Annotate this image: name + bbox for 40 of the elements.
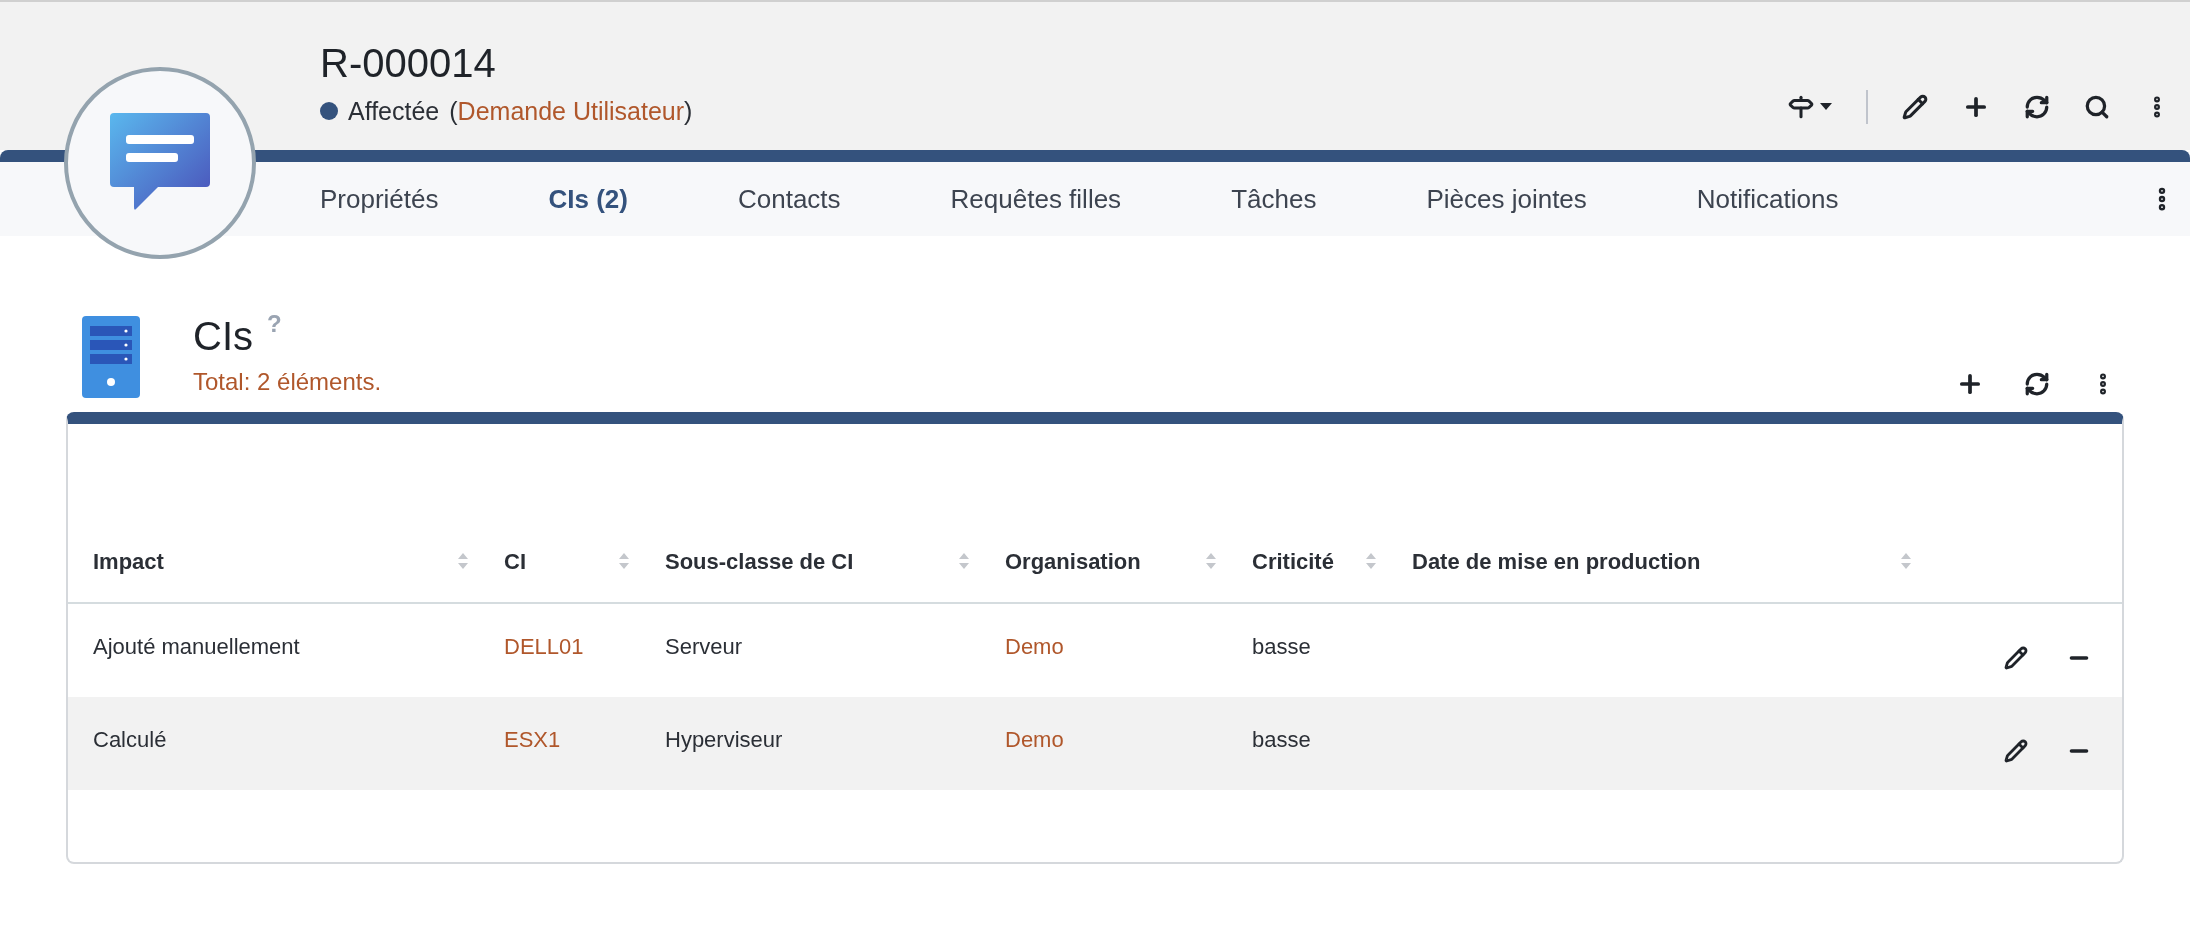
table-cell: Hyperviseur xyxy=(665,727,783,752)
tab[interactable]: Tâches xyxy=(1231,179,1317,219)
table-link[interactable]: DELL01 xyxy=(504,634,584,659)
tab[interactable]: Notifications xyxy=(1696,179,1839,219)
edit-icon[interactable] xyxy=(2004,645,2028,670)
table-cell: basse xyxy=(1252,727,1311,752)
column-header[interactable]: Date de mise en production xyxy=(1412,544,1701,578)
filter-dropdown[interactable] xyxy=(1788,94,1832,120)
column-header[interactable]: Impact xyxy=(93,544,164,578)
table-cell: Calculé xyxy=(93,727,167,752)
paren: ( xyxy=(449,95,458,127)
section-title: CIs xyxy=(193,313,253,360)
record-title: R-000014 xyxy=(320,39,497,87)
edit-icon[interactable] xyxy=(1902,94,1928,120)
request-type-link[interactable]: Demande Utilisateur xyxy=(457,92,685,130)
paren: ) xyxy=(684,95,693,127)
table-link[interactable]: Demo xyxy=(1005,634,1064,659)
tab[interactable]: Contacts xyxy=(737,179,841,219)
column-header[interactable]: Organisation xyxy=(1005,544,1141,578)
table-cell: basse xyxy=(1252,634,1311,659)
edit-icon[interactable] xyxy=(2004,738,2028,763)
total-count: Total: 2 éléments. xyxy=(193,367,382,397)
tab[interactable]: Requêtes filles xyxy=(950,179,1122,219)
refresh-icon[interactable] xyxy=(2024,94,2050,120)
table-cell: Ajouté manuellement xyxy=(93,634,300,659)
table-cell: Serveur xyxy=(665,634,743,659)
tab[interactable]: CIs (2) xyxy=(548,179,628,219)
column-header[interactable]: Criticité xyxy=(1252,544,1334,578)
table-link[interactable]: Demo xyxy=(1005,727,1064,752)
search-icon[interactable] xyxy=(2084,94,2110,120)
caret-icon xyxy=(1820,103,1832,111)
refresh-icon[interactable] xyxy=(2024,371,2050,397)
tab[interactable]: Pièces jointes xyxy=(1426,179,1587,219)
column-header[interactable]: Sous-classe de CI xyxy=(665,544,854,578)
table-link[interactable]: ESX1 xyxy=(504,727,561,752)
status-label: Affectée xyxy=(348,95,440,127)
server-icon xyxy=(82,316,140,398)
column-header[interactable]: CI xyxy=(504,544,526,578)
signpost-icon xyxy=(1788,94,1814,120)
tab[interactable]: Propriétés xyxy=(320,179,439,219)
